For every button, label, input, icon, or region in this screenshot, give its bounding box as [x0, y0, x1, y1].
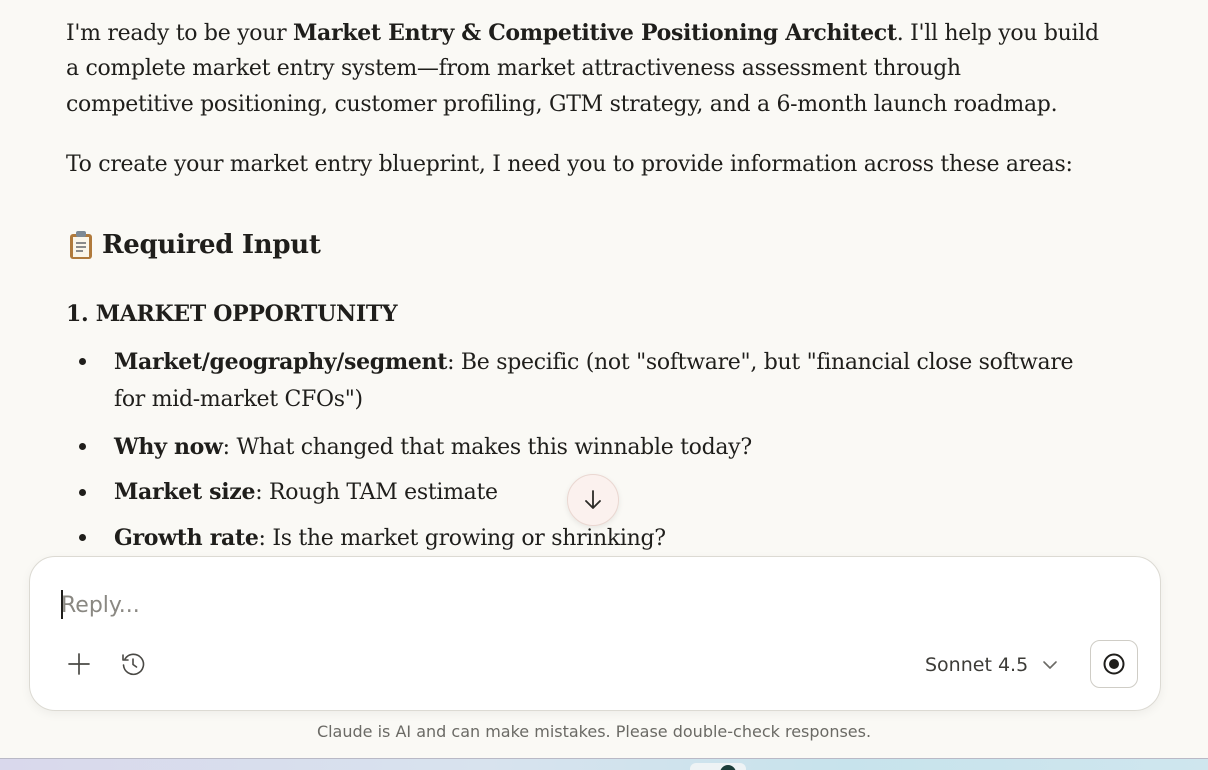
section-title: 1. MARKET OPPORTUNITY	[66, 301, 398, 327]
disclaimer-text: Claude is AI and can make mistakes. Plea…	[316, 722, 872, 741]
list-item: Market/geography/segment: Be specific (n…	[114, 343, 1074, 382]
plus-icon	[68, 653, 90, 675]
bullet-dot	[79, 358, 86, 365]
list-item: Growth rate: Is the market growing or sh…	[114, 519, 666, 558]
bullet-dot	[79, 443, 86, 450]
app-icon	[720, 765, 736, 770]
intro-line-3: competitive positioning, customer profil…	[66, 92, 1058, 117]
os-taskbar	[0, 758, 1208, 770]
chevron-down-icon	[1043, 661, 1057, 669]
intro-text: I'm ready to be your	[66, 21, 293, 46]
voice-mode-icon	[1103, 653, 1125, 675]
arrow-down-icon	[585, 490, 601, 509]
bullet-label: Why now	[114, 434, 223, 460]
list-item-continued: for mid-market CFOs")	[114, 387, 363, 412]
bullet-label: Market size	[114, 479, 256, 505]
bullet-text: : Is the market growing or shrinking?	[258, 526, 667, 551]
bullet-text: : What changed that makes this winnable …	[222, 435, 752, 460]
intro-role-bold: Market Entry & Competitive Positioning A…	[292, 20, 897, 46]
heading-text: Required Input	[102, 230, 321, 260]
add-button[interactable]	[61, 646, 97, 682]
request-paragraph: To create your market entry blueprint, I…	[66, 152, 1073, 177]
history-button[interactable]	[115, 646, 151, 682]
reply-composer: Sonnet 4.5	[29, 556, 1161, 711]
intro-text-end: . I'll help you build	[896, 21, 1099, 46]
bullet-dot	[79, 489, 86, 496]
clipboard-icon	[69, 231, 93, 259]
text-caret	[61, 590, 63, 619]
model-label: Sonnet 4.5	[925, 654, 1029, 676]
clock-history-icon	[122, 653, 145, 676]
list-item: Why now: What changed that makes this wi…	[114, 428, 752, 467]
taskbar-app[interactable]	[690, 763, 746, 770]
list-item: Market size: Rough TAM estimate	[114, 473, 498, 512]
bullet-label: Market/geography/segment	[114, 349, 448, 375]
bullet-label: Growth rate	[114, 525, 259, 551]
bullet-dot	[79, 534, 86, 541]
bullet-text: : Be specific (not "software", but "fina…	[447, 350, 1074, 375]
required-input-heading: Required Input	[69, 225, 321, 265]
intro-line-1: I'm ready to be your Market Entry & Comp…	[66, 15, 1099, 52]
scroll-to-bottom-button[interactable]	[567, 474, 619, 526]
bullet-text: : Rough TAM estimate	[255, 480, 498, 505]
reply-input[interactable]	[61, 587, 961, 623]
model-selector[interactable]: Sonnet 4.5	[925, 648, 1058, 682]
intro-line-2: a complete market entry system—from mark…	[66, 56, 961, 81]
voice-mode-button[interactable]	[1090, 640, 1138, 688]
